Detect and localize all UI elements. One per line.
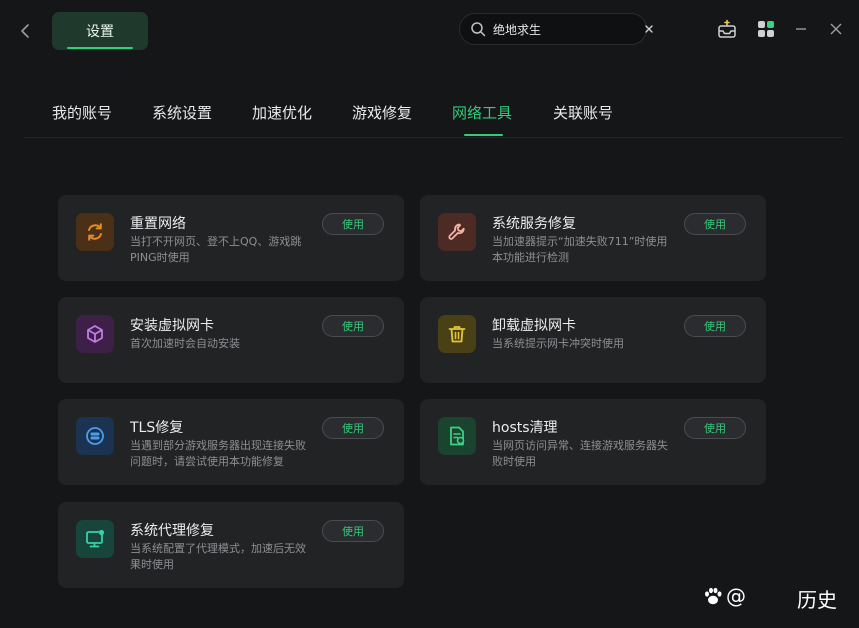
tab-game-repair[interactable]: 游戏修复 <box>352 102 412 123</box>
tab-linked-accounts[interactable]: 关联账号 <box>553 102 613 123</box>
tool-card-uninstall-nic: 卸载虚拟网卡 当系统提示网卡冲突时使用 使用 <box>420 297 766 383</box>
inbox-icon <box>718 19 736 38</box>
close-icon <box>830 23 842 35</box>
close-icon[interactable] <box>643 23 655 35</box>
tool-title: 系统代理修复 <box>130 523 214 539</box>
tool-description: 当加速器提示“加速失败711”时使用本功能进行检测 <box>492 235 668 264</box>
history-label: 历史 <box>797 588 837 612</box>
tool-description: 当系统配置了代理模式，加速后无效果时使用 <box>130 542 306 571</box>
trash-icon <box>438 315 476 353</box>
tool-title: 重置网络 <box>130 216 186 232</box>
tool-card-hosts-clean: hosts清理 当网页访问异常、连接游戏服务器失败时使用 使用 <box>420 399 766 485</box>
tool-card-service-repair: 系统服务修复 当加速器提示“加速失败711”时使用本功能进行检测 使用 <box>420 195 766 281</box>
minimize-icon <box>796 28 806 30</box>
tool-title: 卸载虚拟网卡 <box>492 318 576 334</box>
apps-button[interactable] <box>755 18 777 40</box>
search-icon <box>470 21 486 37</box>
tool-title: TLS修复 <box>130 420 184 436</box>
monitor-icon <box>76 520 114 558</box>
apps-grid-icon <box>758 21 774 37</box>
settings-nav: 我的账号 系统设置 加速优化 游戏修复 网络工具 关联账号 <box>24 90 843 138</box>
tab-network-tools[interactable]: 网络工具 <box>452 102 512 123</box>
tab-my-account[interactable]: 我的账号 <box>52 102 112 123</box>
use-button[interactable]: 使用 <box>322 213 384 235</box>
tool-card-reset-network: 重置网络 当打不开网页、登不上QQ、游戏跳PING时使用 使用 <box>58 195 404 281</box>
tool-title: 安装虚拟网卡 <box>130 318 214 334</box>
tool-title: hosts清理 <box>492 420 558 436</box>
tool-description: 当遇到部分游戏服务器出现连接失败问题时，请尝试使用本功能修复 <box>130 439 306 468</box>
tool-card-proxy-repair: 系统代理修复 当系统配置了代理模式，加速后无效果时使用 使用 <box>58 502 404 588</box>
search-box[interactable] <box>459 13 653 45</box>
tool-title: 系统服务修复 <box>492 216 576 232</box>
minimize-button[interactable] <box>790 18 812 40</box>
refresh-icon <box>76 213 114 251</box>
back-button[interactable] <box>14 19 36 43</box>
tab-acceleration[interactable]: 加速优化 <box>252 102 312 123</box>
use-button[interactable]: 使用 <box>322 417 384 439</box>
paw-icon <box>702 585 724 607</box>
active-tab-indicator <box>464 134 503 136</box>
cube-icon <box>76 315 114 353</box>
tab-system-settings[interactable]: 系统设置 <box>152 102 212 123</box>
chevron-left-icon <box>21 24 29 38</box>
wrench-icon <box>438 213 476 251</box>
use-button[interactable]: 使用 <box>684 417 746 439</box>
settings-tab[interactable]: 设置 <box>52 12 148 50</box>
tool-description: 当网页访问异常、连接游戏服务器失败时使用 <box>492 439 668 468</box>
settings-tab-label: 设置 <box>86 24 114 40</box>
watermark: @ <box>702 584 746 608</box>
use-button[interactable]: 使用 <box>684 213 746 235</box>
use-button[interactable]: 使用 <box>684 315 746 337</box>
search-input[interactable] <box>493 22 643 36</box>
use-button[interactable]: 使用 <box>322 315 384 337</box>
use-button[interactable]: 使用 <box>322 520 384 542</box>
tool-description: 当打不开网页、登不上QQ、游戏跳PING时使用 <box>130 235 302 264</box>
tool-card-tls-repair: TLS修复 当遇到部分游戏服务器出现连接失败问题时，请尝试使用本功能修复 使用 <box>58 399 404 485</box>
window-close-button[interactable] <box>825 18 847 40</box>
tool-description: 首次加速时会自动安装 <box>130 337 240 350</box>
tool-card-install-nic: 安装虚拟网卡 首次加速时会自动安装 使用 <box>58 297 404 383</box>
watermark-at: @ <box>726 584 746 608</box>
tool-description: 当系统提示网卡冲突时使用 <box>492 337 624 350</box>
file-clean-icon <box>438 417 476 455</box>
inbox-button[interactable] <box>716 18 738 40</box>
tls-icon <box>76 417 114 455</box>
